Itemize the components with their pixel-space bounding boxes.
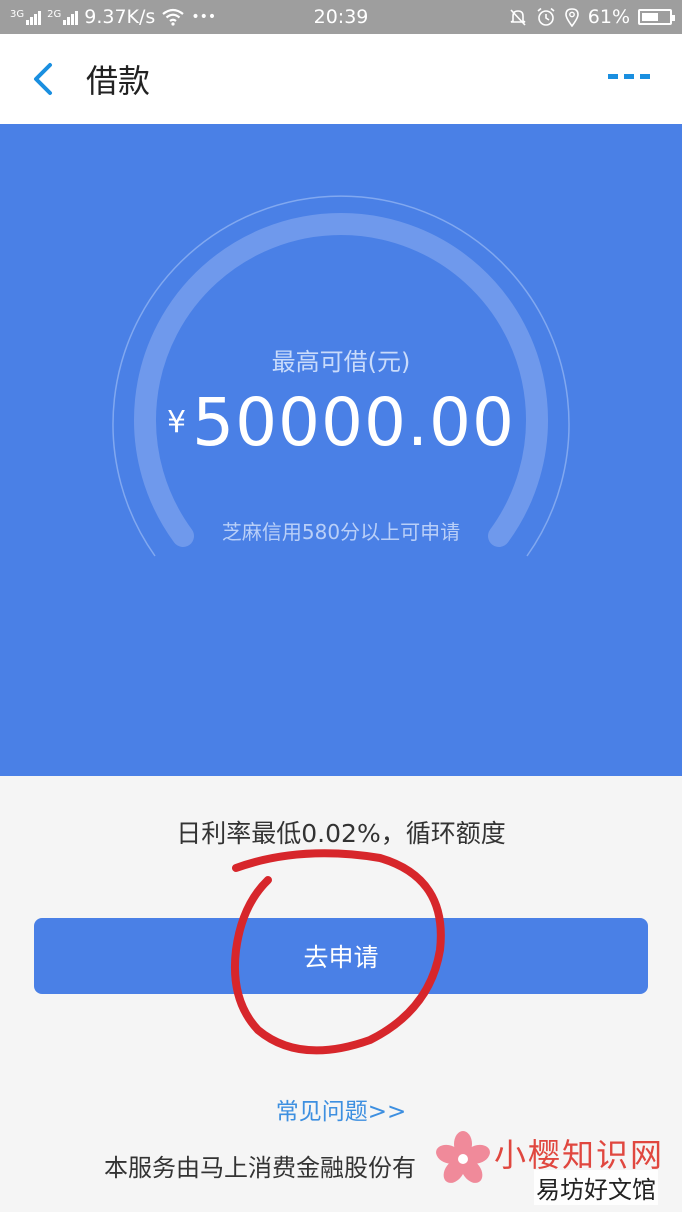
nav-bar: 借款 xyxy=(0,34,682,124)
back-arrow-icon[interactable] xyxy=(28,62,58,96)
watermark: 小樱知识网 易坊好文馆 xyxy=(428,1126,682,1212)
battery-icon xyxy=(638,9,675,25)
interest-rate-text: 日利率最低0.02%，循环额度 xyxy=(176,819,506,848)
status-right: 61% xyxy=(508,6,675,28)
location-icon xyxy=(564,8,579,27)
mute-bell-icon xyxy=(510,9,526,26)
amount-value: 50000.00 xyxy=(192,384,515,461)
more-notifications-icon: ••• xyxy=(191,9,217,25)
currency-symbol: ¥ xyxy=(166,405,187,440)
more-options-icon[interactable] xyxy=(608,74,650,79)
watermark-subtitle: 易坊好文馆 xyxy=(534,1170,658,1205)
signal-icon-2: 2G xyxy=(47,9,79,25)
max-loan-amount: ¥50000.00 xyxy=(0,384,682,461)
sakura-logo-icon xyxy=(436,1131,490,1183)
status-bar: 3G 2G 9.37K/s ••• 20:39 61% xyxy=(0,0,682,34)
max-loan-label: 最高可借(元) xyxy=(271,348,411,376)
page-title: 借款 xyxy=(86,62,151,100)
battery-level xyxy=(642,13,658,21)
alarm-icon xyxy=(537,7,555,26)
wifi-icon xyxy=(162,8,185,26)
service-provider-text: 本服务由马上消费金融股份有 xyxy=(104,1154,416,1182)
status-left: 3G 2G 9.37K/s ••• xyxy=(10,6,216,28)
battery-percent: 61% xyxy=(587,6,630,28)
network-speed: 9.37K/s xyxy=(84,6,156,28)
apply-button[interactable]: 去申请 xyxy=(34,918,648,994)
signal-icon-1: 3G xyxy=(10,9,42,25)
eligibility-note: 芝麻信用580分以上可申请 xyxy=(221,520,461,544)
gauge-inner-arc xyxy=(134,213,548,547)
loan-limit-panel: 最高可借(元) ¥50000.00 芝麻信用580分以上可申请 xyxy=(0,124,682,776)
faq-link[interactable]: 常见问题>> xyxy=(0,1092,682,1126)
